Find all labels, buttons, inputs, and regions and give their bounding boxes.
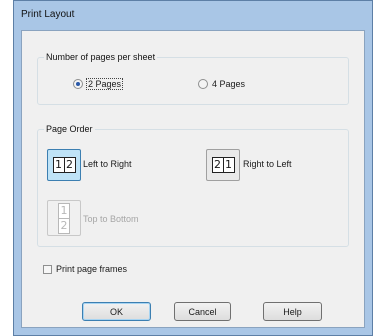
page-1-icon: 1	[58, 202, 70, 219]
pages-per-sheet-group: Number of pages per sheet 2 Pages 4 Page…	[37, 52, 349, 105]
radio-4-pages[interactable]: 4 Pages	[198, 79, 245, 89]
print-page-frames-box[interactable]	[43, 264, 52, 274]
page-order-label: Page Order	[44, 124, 95, 134]
pages-per-sheet-label: Number of pages per sheet	[44, 52, 158, 62]
radio-4-pages-label: 4 Pages	[212, 79, 246, 89]
print-page-frames-checkbox[interactable]: Print page frames	[43, 264, 127, 274]
radio-4-pages-indicator[interactable]	[198, 79, 208, 89]
print-page-frames-label: Print page frames	[56, 264, 128, 274]
radio-2-pages-indicator[interactable]	[73, 79, 83, 89]
left-to-right-button[interactable]: 12	[47, 149, 81, 181]
page-order-group: Page Order 12 Left to Right 21 Right to …	[37, 124, 349, 247]
right-to-left-label: Right to Left	[243, 159, 292, 169]
top-to-bottom-button[interactable]: 1 2	[47, 200, 81, 236]
ok-button[interactable]: OK	[82, 302, 151, 321]
page-2-icon: 2	[58, 218, 70, 234]
top-to-bottom-label: Top to Bottom	[83, 214, 139, 224]
help-button[interactable]: Help	[263, 302, 322, 321]
page-2-icon: 2	[211, 157, 224, 173]
dialog-body: Number of pages per sheet 2 Pages 4 Page…	[21, 30, 365, 328]
dialog-title: Print Layout	[21, 9, 75, 20]
left-to-right-label: Left to Right	[83, 159, 132, 169]
page-2-icon: 2	[64, 157, 76, 173]
right-to-left-button[interactable]: 21	[206, 149, 240, 181]
page-1-icon: 1	[223, 157, 235, 173]
radio-2-pages-label: 2 Pages	[85, 78, 124, 90]
radio-2-pages[interactable]: 2 Pages	[73, 78, 124, 90]
page-1-icon: 1	[52, 157, 65, 173]
top-to-bottom-icon: 1 2	[58, 202, 70, 234]
print-layout-dialog: Print Layout Number of pages per sheet 2…	[13, 0, 373, 336]
cancel-button[interactable]: Cancel	[174, 302, 231, 321]
